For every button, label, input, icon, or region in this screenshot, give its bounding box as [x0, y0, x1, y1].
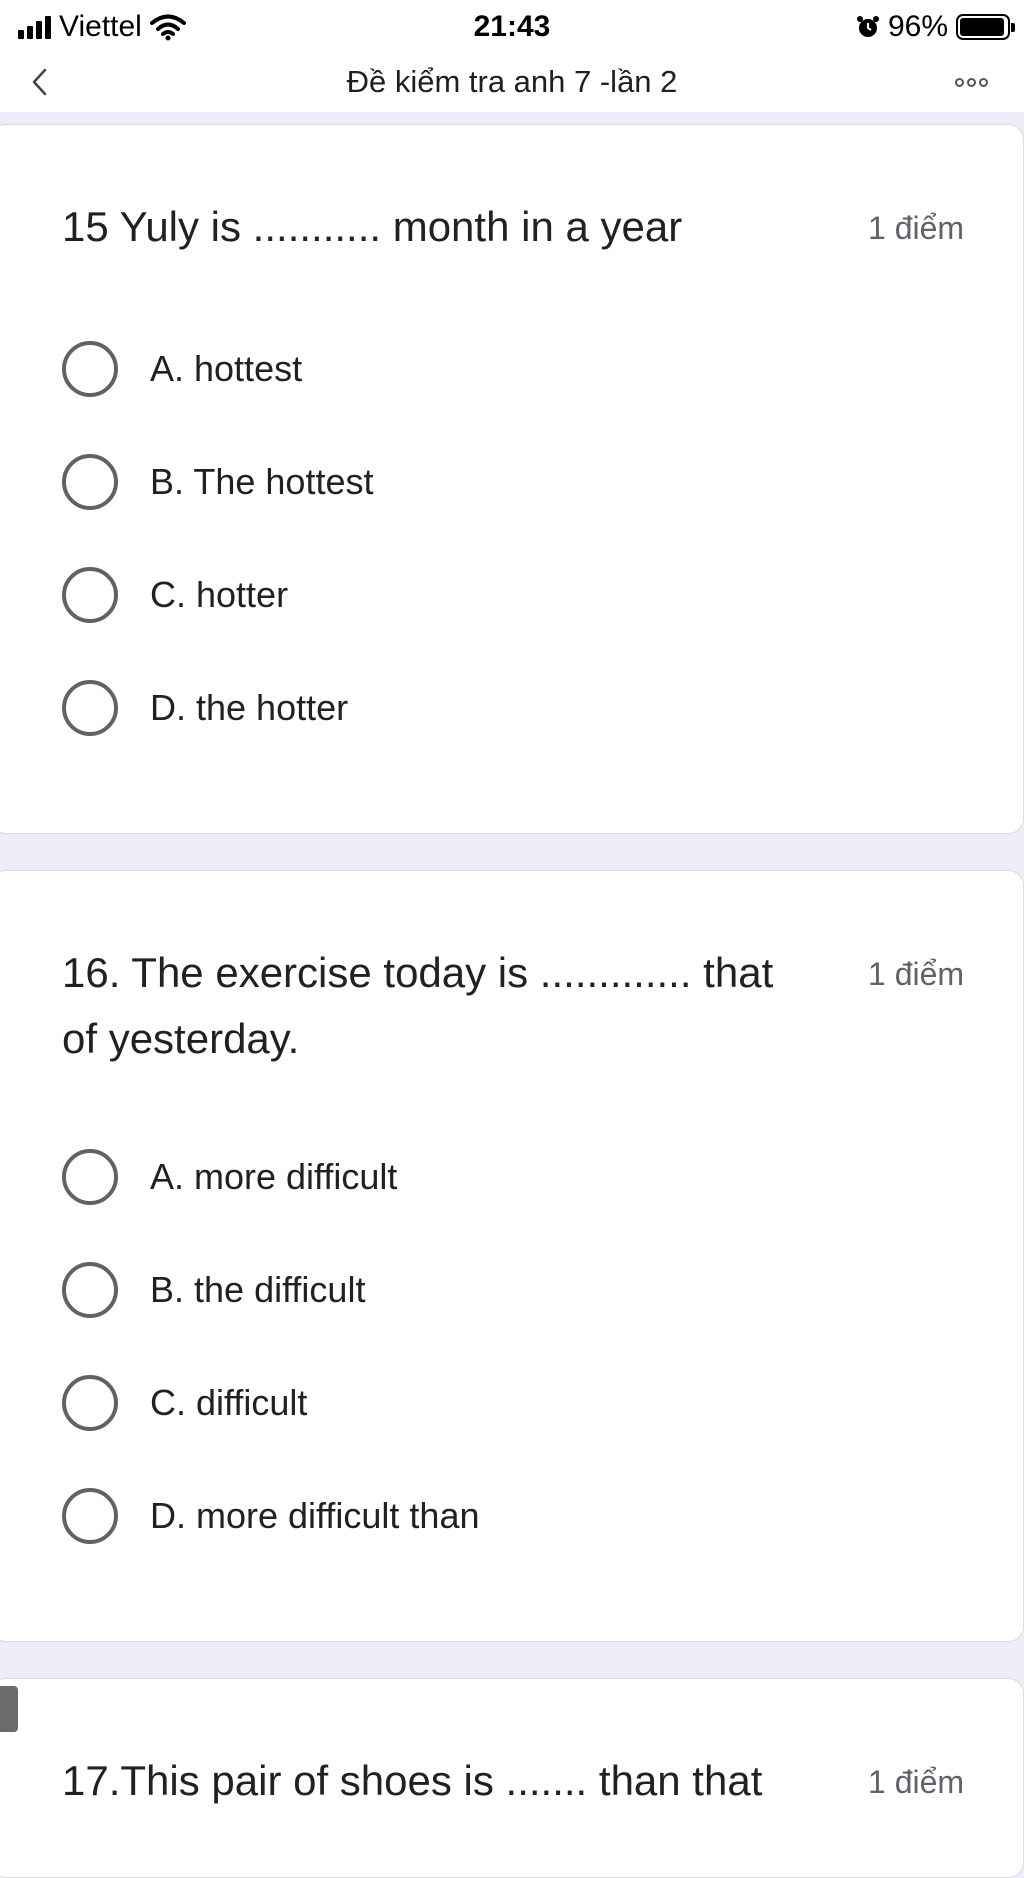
- status-bar: Viettel 21:43 96%: [0, 0, 1024, 52]
- answer-option[interactable]: A. more difficult: [62, 1147, 397, 1207]
- option-label: D. the hotter: [150, 687, 349, 728]
- answer-option[interactable]: D. more difficult than: [62, 1486, 479, 1546]
- option-label: D. more difficult than: [150, 1495, 480, 1536]
- option-label: B. the difficult: [150, 1269, 366, 1310]
- more-dot-icon: [979, 77, 988, 87]
- radio-button[interactable]: [62, 567, 118, 623]
- alarm-clock-icon: [856, 16, 879, 37]
- radio-button[interactable]: [62, 1262, 118, 1318]
- option-label: C. hotter: [150, 574, 289, 615]
- question-title: 17.This pair of shoes is ....... than th…: [62, 1757, 763, 1804]
- question-title: 15 Yuly is ........... month in a year: [62, 203, 683, 250]
- radio-button[interactable]: [62, 1488, 118, 1544]
- question-points: 1 điểm: [868, 956, 965, 992]
- answer-option[interactable]: A. hottest: [62, 339, 302, 399]
- battery-percent: 96%: [887, 10, 948, 43]
- option-label: A. more difficult: [150, 1156, 398, 1197]
- battery-fill: [960, 18, 1005, 36]
- option-label: C. difficult: [150, 1382, 308, 1423]
- battery-icon: [956, 14, 1015, 40]
- radio-button[interactable]: [62, 680, 118, 736]
- nav-bar: Đề kiểm tra anh 7 -lần 2: [0, 52, 1024, 112]
- answer-option[interactable]: C. hotter: [62, 565, 288, 625]
- option-label: B. The hottest: [150, 461, 374, 502]
- more-dot-icon: [955, 77, 964, 87]
- more-dot-icon: [967, 77, 976, 87]
- radio-button[interactable]: [62, 454, 118, 510]
- radio-button[interactable]: [62, 341, 118, 397]
- question-title: 16. The exercise today is ............. …: [62, 949, 774, 1062]
- scroll-indicator[interactable]: [0, 1686, 18, 1732]
- question-points: 1 điểm: [868, 1764, 965, 1800]
- radio-button[interactable]: [62, 1149, 118, 1205]
- option-label: A. hottest: [150, 348, 303, 389]
- more-options-button[interactable]: [955, 68, 988, 96]
- question-points: 1 điểm: [868, 210, 965, 246]
- answer-option[interactable]: D. the hotter: [62, 678, 348, 738]
- status-right: 96%: [856, 10, 1015, 44]
- answer-option[interactable]: B. the difficult: [62, 1260, 365, 1320]
- radio-button[interactable]: [62, 1375, 118, 1431]
- page-title: Đề kiểm tra anh 7 -lần 2: [346, 64, 678, 99]
- answer-option[interactable]: C. difficult: [62, 1373, 307, 1433]
- answer-option[interactable]: B. The hottest: [62, 452, 373, 512]
